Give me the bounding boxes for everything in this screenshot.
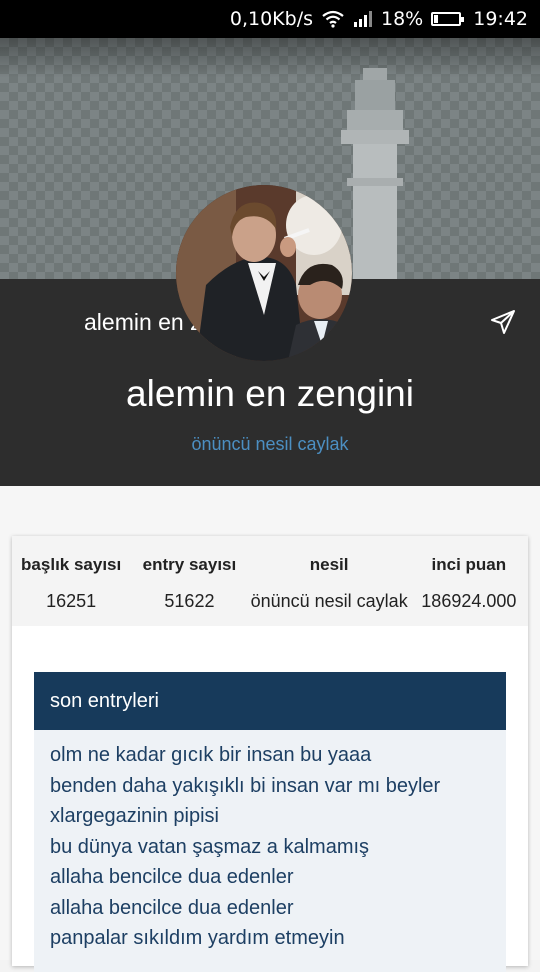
recent-entries-heading: son entryleri [34,672,506,730]
battery-percent: 18% [381,8,424,30]
stat-value: 186924.000 [421,591,517,611]
entry-link[interactable]: benden daha yakışıklı bi insan var mı be… [50,771,506,802]
status-bar: 0,10Kb/s 18% 19:42 [0,0,540,38]
stat-label: entry sayısı [142,555,237,574]
avatar[interactable] [176,185,352,361]
entry-link[interactable]: allaha bencilce dua edenler [50,893,506,924]
stats-row: başlık sayısı 16251 entry sayısı 51622 n… [12,536,528,626]
stat-karma: inci puan 186924.000 [410,536,528,626]
share-button[interactable] [489,308,517,336]
stat-entry-count: entry sayısı 51622 [130,536,248,626]
stat-generation: nesil önüncü nesil caylak [249,536,410,626]
stat-topic-count: başlık sayısı 16251 [12,536,130,626]
generation-link[interactable]: önüncü nesil caylak [0,434,540,455]
entry-link[interactable]: bu dünya vatan şaşmaz a kalmamış [50,832,506,863]
profile-card: başlık sayısı 16251 entry sayısı 51622 n… [12,536,528,972]
stat-label: başlık sayısı [21,555,122,574]
stat-label: nesil [309,555,349,574]
clock: 19:42 [473,8,528,30]
entry-link[interactable]: xlargegazinin pipisi [50,801,506,832]
recent-entries-panel: son entryleri olm ne kadar gıcık bir ins… [34,672,506,972]
battery-icon [431,12,465,26]
entry-link[interactable]: panpalar sıkıldım yardım etmeyin [50,923,506,954]
stat-value: 16251 [46,591,97,611]
send-icon [491,310,515,334]
stat-label: inci puan [431,555,507,574]
recent-entries-list: olm ne kadar gıcık bir insan bu yaaa ben… [34,730,506,954]
network-speed: 0,10Kb/s [229,8,313,30]
profile-name: alemin en zengini [126,373,414,414]
entry-link[interactable]: allaha bencilce dua edenler [50,862,506,893]
signal-icon [353,10,373,28]
entry-link[interactable]: olm ne kadar gıcık bir insan bu yaaa [50,740,506,771]
stat-value: önüncü nesil caylak [250,591,408,611]
stat-value: 51622 [164,591,215,611]
wifi-icon [321,10,345,28]
